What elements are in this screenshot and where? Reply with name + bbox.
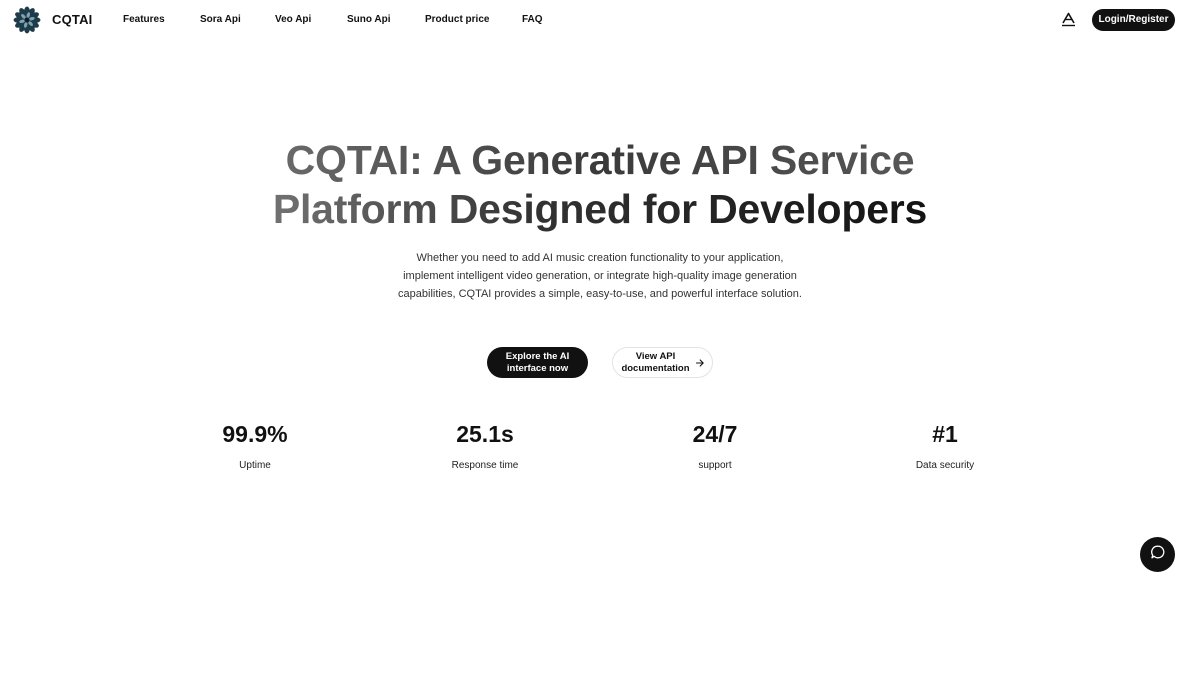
- translate-icon[interactable]: [1061, 12, 1076, 27]
- stat-label: support: [698, 460, 732, 471]
- nav-veo-api[interactable]: Veo Api: [275, 14, 311, 25]
- nav-features[interactable]: Features: [123, 14, 165, 25]
- explore-ai-interface-button[interactable]: Explore the AI interface now: [487, 347, 588, 378]
- stat-value: 24/7: [692, 421, 738, 447]
- nav-product-price[interactable]: Product price: [425, 14, 489, 25]
- stat-value: 99.9%: [222, 421, 288, 447]
- nav-faq[interactable]: FAQ: [522, 14, 543, 25]
- stat-value: #1: [932, 421, 958, 447]
- nav-suno-api[interactable]: Suno Api: [347, 14, 391, 25]
- stat-support: 24/7 support: [625, 420, 805, 471]
- stat-label: Uptime: [239, 460, 271, 471]
- hero-title-line-1: CQTAI: A Generative API Service: [250, 136, 950, 185]
- stat-value: 25.1s: [456, 421, 514, 447]
- brand-name[interactable]: CQTAI: [52, 12, 92, 27]
- flower-logo-icon[interactable]: [12, 6, 42, 34]
- chat-support-button[interactable]: [1140, 537, 1175, 572]
- top-navbar: CQTAI Features Sora Api Veo Api Suno Api…: [0, 0, 1200, 40]
- hero-title-line-2: Platform Designed for Developers: [250, 185, 950, 234]
- stat-uptime: 99.9% Uptime: [165, 420, 345, 471]
- stat-data-security: #1 Data security: [855, 420, 1035, 471]
- stat-response-time: 25.1s Response time: [395, 420, 575, 471]
- view-api-docs-button[interactable]: View API documentation: [612, 347, 713, 378]
- arrow-right-icon: [695, 358, 705, 368]
- hero-description: Whether you need to add AI music creatio…: [398, 252, 802, 300]
- view-api-docs-label: View API documentation: [621, 350, 690, 374]
- stat-label: Response time: [451, 460, 519, 471]
- hero-title: CQTAI: A Generative API Service Platform…: [250, 136, 950, 234]
- login-register-button[interactable]: Login/Register: [1092, 9, 1175, 31]
- stat-label: Data security: [915, 460, 975, 471]
- nav-sora-api[interactable]: Sora Api: [200, 14, 241, 25]
- chat-bubble-icon: [1150, 544, 1166, 565]
